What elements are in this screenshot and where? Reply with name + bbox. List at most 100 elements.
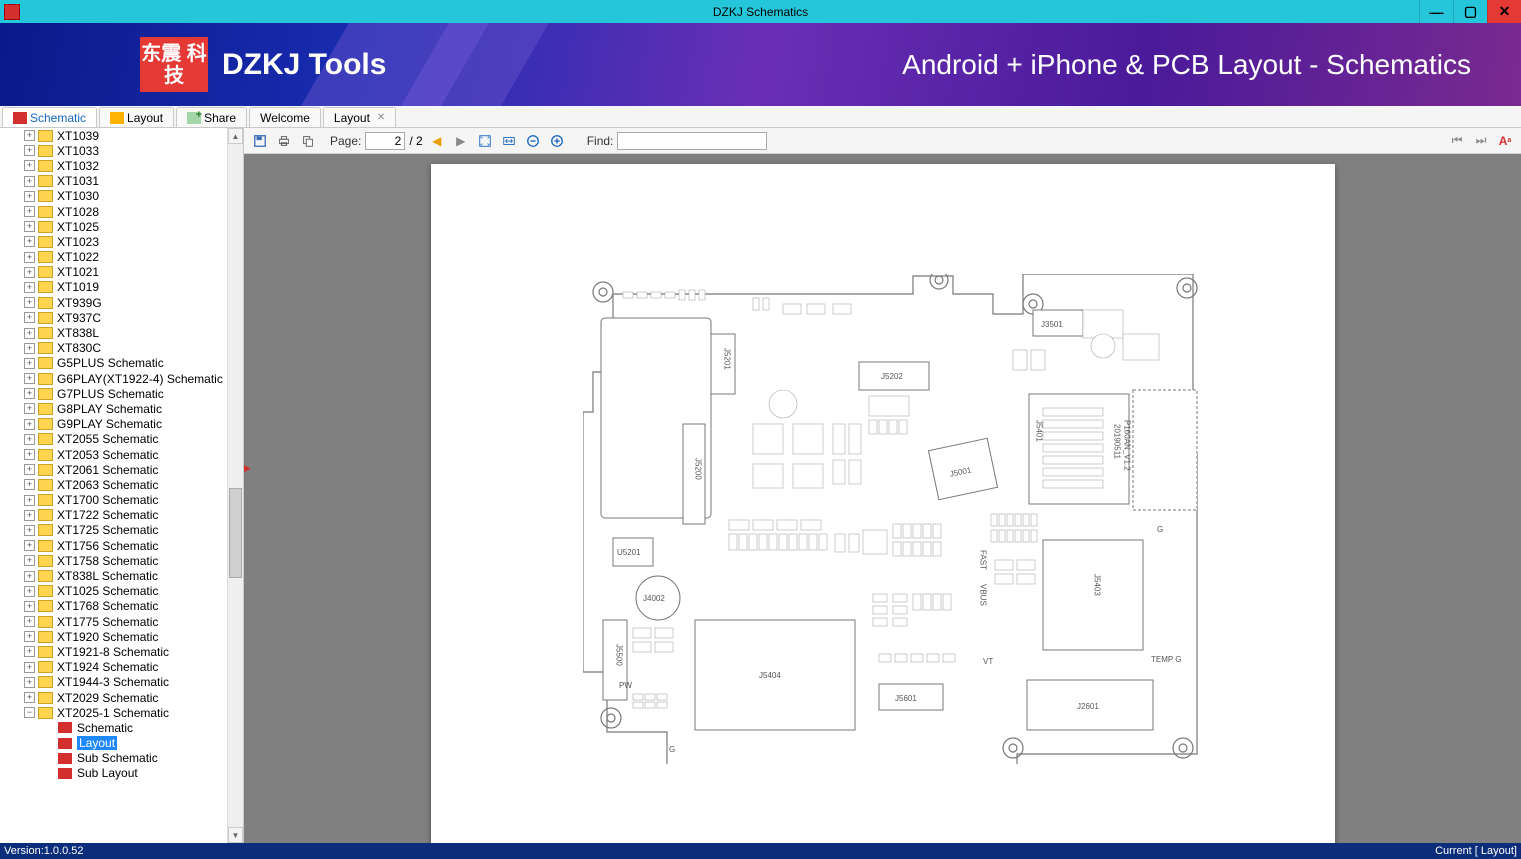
- expand-icon[interactable]: +: [24, 160, 35, 171]
- tree-item[interactable]: +XT2061 Schematic: [0, 462, 227, 477]
- tree-item[interactable]: +XT1032: [0, 158, 227, 173]
- expand-icon[interactable]: +: [24, 312, 35, 323]
- expand-icon[interactable]: +: [24, 449, 35, 460]
- expand-icon[interactable]: +: [24, 297, 35, 308]
- tab-welcome[interactable]: Welcome: [249, 107, 321, 127]
- tree-item[interactable]: +XT1768 Schematic: [0, 599, 227, 614]
- expand-icon[interactable]: +: [24, 328, 35, 339]
- expand-icon[interactable]: +: [24, 586, 35, 597]
- tree-item[interactable]: +XT1030: [0, 189, 227, 204]
- tree-item[interactable]: +XT1775 Schematic: [0, 614, 227, 629]
- expand-icon[interactable]: +: [24, 464, 35, 475]
- expand-icon[interactable]: +: [24, 631, 35, 642]
- expand-icon[interactable]: +: [24, 236, 35, 247]
- tab-schematic[interactable]: Schematic: [2, 107, 97, 127]
- tree-item[interactable]: +G9PLAY Schematic: [0, 417, 227, 432]
- expand-icon[interactable]: +: [24, 646, 35, 657]
- tree-item[interactable]: +XT830C: [0, 341, 227, 356]
- expand-icon[interactable]: +: [24, 403, 35, 414]
- tree-item[interactable]: +XT1722 Schematic: [0, 508, 227, 523]
- zoom-out-button[interactable]: [523, 131, 543, 151]
- tree-item[interactable]: −XT2025-1 Schematic: [0, 705, 227, 720]
- maximize-button[interactable]: ▢: [1453, 0, 1487, 23]
- expand-icon[interactable]: +: [24, 616, 35, 627]
- tree-item[interactable]: +XT838L: [0, 325, 227, 340]
- expand-icon[interactable]: +: [24, 677, 35, 688]
- prev-page-button[interactable]: ◀: [427, 131, 447, 151]
- expand-icon[interactable]: +: [24, 206, 35, 217]
- expand-icon[interactable]: +: [24, 191, 35, 202]
- tree-item[interactable]: +XT1025 Schematic: [0, 584, 227, 599]
- expand-icon[interactable]: +: [24, 145, 35, 156]
- copy-button[interactable]: [298, 131, 318, 151]
- expand-icon[interactable]: +: [24, 692, 35, 703]
- next-page-button[interactable]: ▶: [451, 131, 471, 151]
- tree-item[interactable]: +XT1033: [0, 143, 227, 158]
- tree-child-item[interactable]: Layout: [0, 736, 227, 751]
- splitter-handle[interactable]: [244, 460, 250, 472]
- tree-item[interactable]: +XT937C: [0, 310, 227, 325]
- save-button[interactable]: [250, 131, 270, 151]
- expand-icon[interactable]: +: [24, 495, 35, 506]
- expand-icon[interactable]: +: [24, 130, 35, 141]
- scroll-down-button[interactable]: ▼: [228, 827, 243, 843]
- expand-icon[interactable]: +: [24, 373, 35, 384]
- expand-icon[interactable]: +: [24, 571, 35, 582]
- tree-item[interactable]: +XT1920 Schematic: [0, 629, 227, 644]
- close-button[interactable]: ✕: [1487, 0, 1521, 23]
- tree-item[interactable]: +XT1019: [0, 280, 227, 295]
- tree-item[interactable]: +XT1031: [0, 174, 227, 189]
- tree-item[interactable]: +XT1023: [0, 234, 227, 249]
- expand-icon[interactable]: +: [24, 343, 35, 354]
- expand-icon[interactable]: +: [24, 282, 35, 293]
- tree-item[interactable]: +XT1022: [0, 250, 227, 265]
- tab-layout-doc[interactable]: Layout✕: [323, 107, 396, 127]
- expand-icon[interactable]: +: [24, 252, 35, 263]
- collapse-icon[interactable]: −: [24, 707, 35, 718]
- close-icon[interactable]: ✕: [377, 112, 385, 123]
- tree-item[interactable]: +XT1756 Schematic: [0, 538, 227, 553]
- expand-icon[interactable]: +: [24, 540, 35, 551]
- fit-width-button[interactable]: [499, 131, 519, 151]
- tree-item[interactable]: +XT1025: [0, 219, 227, 234]
- tab-share[interactable]: Share: [176, 107, 247, 127]
- print-button[interactable]: [274, 131, 294, 151]
- fit-page-button[interactable]: [475, 131, 495, 151]
- page-input[interactable]: [365, 132, 405, 150]
- expand-icon[interactable]: +: [24, 525, 35, 536]
- tree-item[interactable]: +XT1039: [0, 128, 227, 143]
- tree-item[interactable]: +G7PLUS Schematic: [0, 386, 227, 401]
- expand-icon[interactable]: +: [24, 555, 35, 566]
- tree-item[interactable]: +XT1921-8 Schematic: [0, 644, 227, 659]
- find-next-button[interactable]: ⏭: [1471, 131, 1491, 151]
- document-viewer[interactable]: J5201 J5202 J3501 J5200 J5001 J5401 P160…: [244, 154, 1521, 843]
- expand-icon[interactable]: +: [24, 601, 35, 612]
- tree-item[interactable]: +XT1021: [0, 265, 227, 280]
- tree-item[interactable]: +XT939G: [0, 295, 227, 310]
- text-tool-button[interactable]: Aa: [1495, 131, 1515, 151]
- expand-icon[interactable]: +: [24, 479, 35, 490]
- tree-item[interactable]: +XT1028: [0, 204, 227, 219]
- scroll-thumb[interactable]: [229, 488, 242, 578]
- tree-item[interactable]: +XT1758 Schematic: [0, 553, 227, 568]
- expand-icon[interactable]: +: [24, 358, 35, 369]
- tree-item[interactable]: +XT1700 Schematic: [0, 493, 227, 508]
- sidebar-scrollbar[interactable]: ▲ ▼: [227, 128, 243, 843]
- tree-child-item[interactable]: Sub Schematic: [0, 751, 227, 766]
- expand-icon[interactable]: +: [24, 176, 35, 187]
- tree-item[interactable]: +XT2063 Schematic: [0, 477, 227, 492]
- tree[interactable]: +XT1039+XT1033+XT1032+XT1031+XT1030+XT10…: [0, 128, 227, 843]
- scroll-up-button[interactable]: ▲: [228, 128, 243, 144]
- find-input[interactable]: [617, 132, 767, 150]
- expand-icon[interactable]: +: [24, 434, 35, 445]
- tree-item[interactable]: +XT2055 Schematic: [0, 432, 227, 447]
- tree-child-item[interactable]: Schematic: [0, 720, 227, 735]
- expand-icon[interactable]: +: [24, 419, 35, 430]
- zoom-in-button[interactable]: [547, 131, 567, 151]
- tree-item[interactable]: +G8PLAY Schematic: [0, 401, 227, 416]
- tree-item[interactable]: +XT1944-3 Schematic: [0, 675, 227, 690]
- tab-layout[interactable]: Layout: [99, 107, 174, 127]
- tree-item[interactable]: +XT1924 Schematic: [0, 660, 227, 675]
- tree-item[interactable]: +G5PLUS Schematic: [0, 356, 227, 371]
- minimize-button[interactable]: —: [1419, 0, 1453, 23]
